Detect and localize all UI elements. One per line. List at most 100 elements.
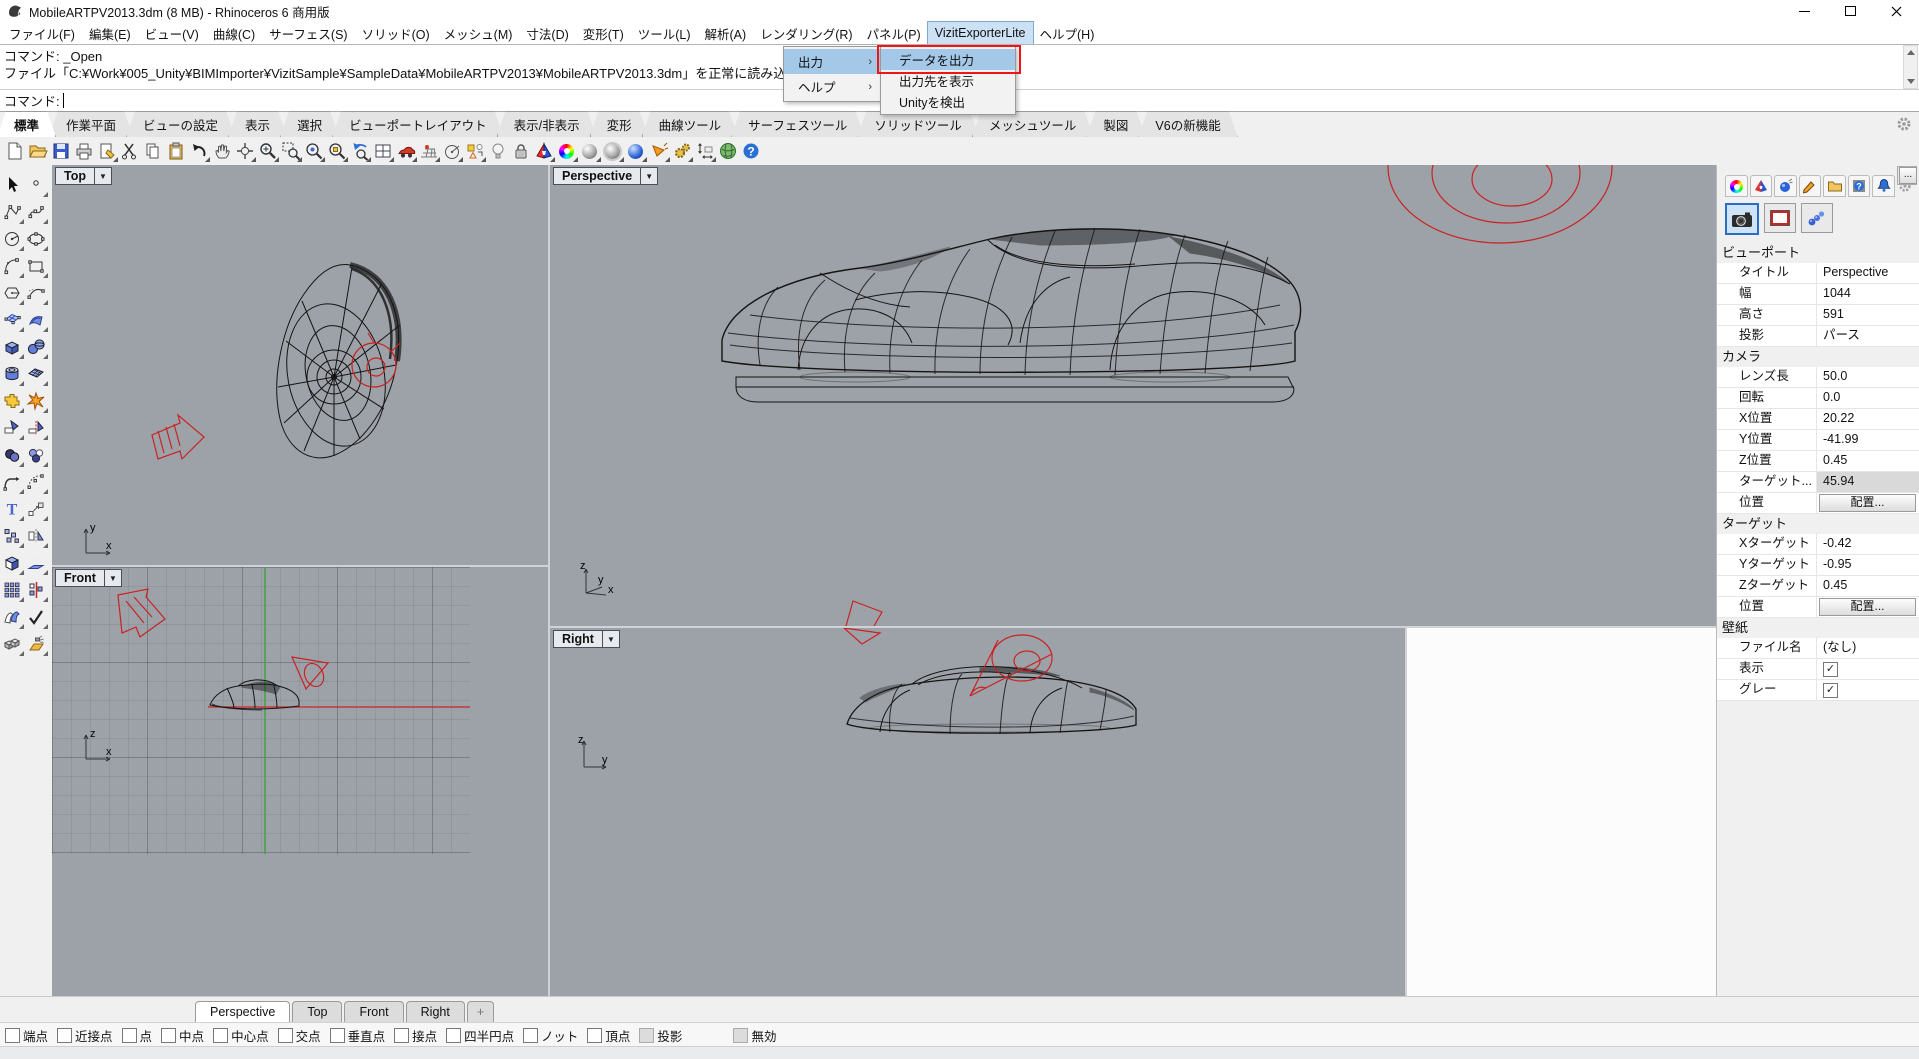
menu-tools[interactable]: ツール(L) [631,22,698,44]
menu-surface[interactable]: サーフェス(S) [262,22,354,44]
tab-display[interactable]: 表示 [228,111,287,137]
osnap-vertex-checkbox[interactable] [587,1028,602,1043]
menu-panels[interactable]: パネル(P) [860,22,928,44]
tab-view-settings[interactable]: ビューの設定 [126,111,235,137]
shaded-view-button[interactable] [532,139,555,163]
osnap-end-checkbox[interactable] [5,1028,20,1043]
menu-dimension[interactable]: 寸法(D) [519,22,575,44]
explode-tool[interactable] [24,387,48,414]
xpos-value[interactable]: 20.22 [1817,409,1919,429]
lights-button[interactable] [1801,203,1833,233]
mesh-tool[interactable] [24,360,48,387]
viewport-top-dropdown[interactable]: ▼ [94,168,111,184]
web-help-button[interactable] [716,139,739,163]
copy-button[interactable] [141,139,164,163]
control-curve-tool[interactable] [24,198,48,225]
osnap-point-checkbox[interactable] [122,1028,137,1043]
dimension-button[interactable] [693,139,716,163]
text-tool[interactable]: T [0,495,24,522]
projection-value[interactable]: パース [1817,326,1919,346]
viewport-perspective[interactable]: Perspective ▼ zyx [550,165,1716,626]
tab-curve-tools[interactable]: 曲線ツール [642,111,739,137]
zoom-dynamic-button[interactable] [256,139,279,163]
rebuild-tool[interactable] [24,468,48,495]
menu-item-help[interactable]: ヘルプ› [784,74,880,99]
notifications-tab[interactable] [1872,175,1895,197]
zpos-value[interactable]: 0.45 [1817,451,1919,471]
box-tool[interactable] [0,333,24,360]
osnap-mid-checkbox[interactable] [161,1028,176,1043]
tab-select[interactable]: 選択 [280,111,339,137]
display-tab[interactable] [1750,175,1773,197]
osnap-disable[interactable]: 無効 [733,1026,776,1045]
tab-viewport-layout[interactable]: ビューポートレイアウト [332,111,504,137]
menu-item-export[interactable]: 出力› [784,49,880,74]
viewport-tab-right[interactable]: Right [406,1001,465,1022]
circle-tool[interactable] [0,225,24,252]
extrude-surface-tool[interactable] [24,549,48,576]
menu-item-export-data[interactable]: データを出力 [881,49,1015,70]
menu-edit[interactable]: 編集(E) [82,22,138,44]
minimize-button[interactable] [1781,0,1827,22]
viewport-perspective-label[interactable]: Perspective ▼ [553,167,658,185]
mirror-tool[interactable] [24,522,48,549]
tabbar-gear-icon[interactable] [1895,115,1913,133]
render-preview-button[interactable] [578,139,601,163]
ztarget-value[interactable]: 0.45 [1817,576,1919,596]
orient-cplane-button[interactable] [417,139,440,163]
lens-value[interactable]: 50.0 [1817,367,1919,387]
undo-view-button[interactable] [348,139,371,163]
viewport-tab-top[interactable]: Top [292,1001,342,1022]
viewport-top-label[interactable]: Top ▼ [55,167,112,185]
rectangle-tool[interactable] [24,252,48,279]
offset-surface-tool[interactable] [0,603,24,630]
print-button[interactable] [72,139,95,163]
command-history-scrollbar[interactable] [1903,45,1918,89]
ellipse-tool[interactable] [24,225,48,252]
polygon-tool[interactable] [0,279,24,306]
viewport-front-label[interactable]: Front ▼ [55,569,122,587]
osnap-perpendicular-checkbox[interactable] [330,1028,345,1043]
ytarget-value[interactable]: -0.95 [1817,555,1919,575]
viewport-properties-button[interactable] [1764,203,1796,233]
camera-button[interactable] [1725,203,1759,235]
control-surface-tool[interactable] [0,306,24,333]
osnap-center[interactable]: 中心点 [213,1026,269,1045]
osnap-center-checkbox[interactable] [213,1028,228,1043]
group-tool[interactable] [0,630,24,657]
maximize-button[interactable] [1827,0,1873,22]
help-button[interactable]: ? [739,139,762,163]
fillet-tool[interactable] [0,468,24,495]
blend-curve-tool[interactable] [24,279,48,306]
osnap-mid[interactable]: 中点 [161,1026,204,1045]
target-place-button[interactable]: 配置... [1819,598,1916,616]
viewport-right[interactable]: Right ▼ zy [550,628,1405,996]
tab-transform[interactable]: 変形 [590,111,649,137]
osnap-project-checkbox[interactable] [639,1028,654,1043]
width-value[interactable]: 1044 [1817,284,1919,304]
osnap-intersection-checkbox[interactable] [278,1028,293,1043]
check-tool[interactable] [24,603,48,630]
tab-v6-features[interactable]: V6の新機能 [1138,111,1237,137]
polyline-tool[interactable] [0,198,24,225]
files-tab[interactable] [1823,175,1846,197]
ypos-value[interactable]: -41.99 [1817,430,1919,450]
options-gears-button[interactable] [670,139,693,163]
render-settings-button[interactable] [601,139,624,163]
menu-render[interactable]: レンダリング(R) [753,22,859,44]
viewport-top[interactable]: Top ▼ [52,165,548,565]
arc-tool[interactable] [0,252,24,279]
array-linear-tool[interactable] [24,576,48,603]
new-file-button[interactable] [3,139,26,163]
menu-vizitexporterlite[interactable]: VizitExporterLite [928,22,1033,44]
split-tool[interactable] [24,414,48,441]
properties-tab[interactable] [1725,175,1748,197]
menu-help[interactable]: ヘルプ(H) [1033,22,1102,44]
point-tool[interactable] [24,171,48,198]
osnap-knot[interactable]: ノット [523,1026,578,1045]
render-tab[interactable] [1774,175,1797,197]
move-button[interactable] [394,139,417,163]
boolean-union-tool[interactable] [0,387,24,414]
close-button[interactable] [1873,0,1919,22]
cut-button[interactable] [118,139,141,163]
